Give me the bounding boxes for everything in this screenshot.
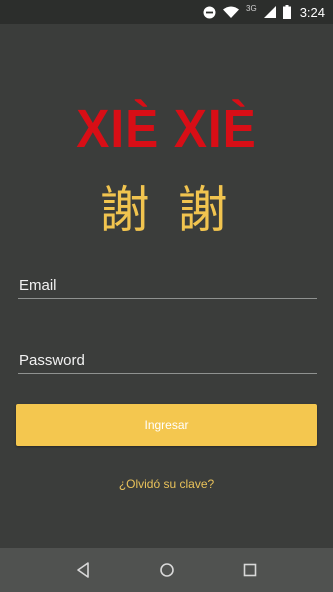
status-icons: 3G 3:24 — [203, 0, 325, 24]
app-logo-title: XIÈ XIÈ — [76, 99, 257, 159]
email-field-container — [18, 272, 317, 300]
back-icon[interactable] — [74, 560, 94, 580]
status-time: 3:24 — [299, 4, 325, 20]
recents-icon[interactable] — [240, 560, 260, 580]
forgot-password-link[interactable]: ¿Olvidó su clave? — [0, 477, 333, 491]
password-field[interactable] — [18, 347, 317, 374]
wifi-icon — [223, 6, 240, 18]
signal-icon — [263, 6, 276, 18]
do-not-disturb-icon — [203, 6, 216, 18]
login-button[interactable]: Ingresar — [16, 404, 317, 446]
battery-icon — [282, 5, 291, 19]
network-type-label: 3G — [246, 3, 257, 13]
password-field-container — [18, 347, 317, 375]
app-logo-chinese: 謝 謝 — [99, 181, 234, 239]
home-icon[interactable] — [157, 560, 177, 580]
system-nav-bar — [0, 548, 333, 592]
status-bar: 3G 3:24 — [0, 0, 333, 24]
email-field[interactable] — [18, 272, 317, 299]
